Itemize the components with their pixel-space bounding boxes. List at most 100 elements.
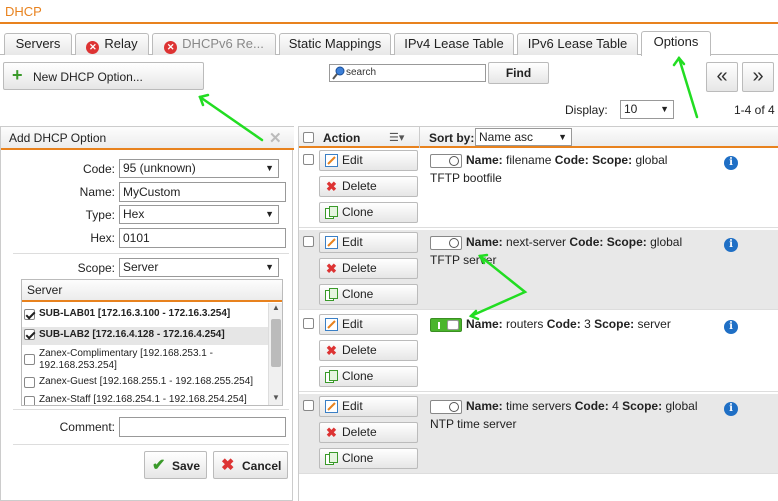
comment-label: Comment:: [59, 420, 115, 434]
tab-static-mappings[interactable]: Static Mappings: [279, 33, 391, 55]
enable-toggle[interactable]: [430, 318, 462, 332]
list-item[interactable]: Zanex-Complimentary [192.168.253.1 - 192…: [22, 348, 268, 374]
server-label: Zanex-Staff [192.168.254.1 - 192.168.254…: [39, 394, 247, 405]
tab-ipv6-lease-table[interactable]: IPv6 Lease Table: [517, 33, 638, 55]
edit-icon: [325, 318, 338, 331]
option-summary: Name: time servers Code: 4 Scope: global: [466, 398, 697, 415]
clone-button[interactable]: Clone: [319, 448, 418, 469]
delete-button[interactable]: ✖ Delete: [319, 258, 418, 279]
row-checkbox[interactable]: [303, 400, 314, 411]
close-icon[interactable]: ✕: [269, 129, 282, 147]
window-title: DHCP: [5, 4, 42, 19]
edit-icon: [325, 400, 338, 413]
tab-dhcpv6-relay[interactable]: ✕ DHCPv6 Re...: [152, 33, 276, 55]
comment-field[interactable]: [119, 417, 286, 437]
list-item[interactable]: SUB-LAB2 [172.16.4.128 - 172.16.4.254]: [22, 327, 268, 345]
checkbox[interactable]: [24, 354, 35, 365]
checkbox[interactable]: [24, 329, 35, 340]
row-checkbox[interactable]: [303, 236, 314, 247]
chevron-down-icon: ▼: [660, 104, 669, 114]
type-select[interactable]: Hex ▼: [119, 205, 279, 224]
option-summary: Name: routers Code: 3 Scope: server: [466, 316, 671, 333]
edit-icon: [325, 154, 338, 167]
toggle-knob: [449, 238, 459, 248]
tab-ipv4-lease-table[interactable]: IPv4 Lease Table: [394, 33, 514, 55]
clone-button[interactable]: Clone: [319, 366, 418, 387]
checkmark-icon: ✔: [152, 457, 166, 474]
info-icon[interactable]: i: [724, 238, 738, 252]
code-key: Code:: [554, 153, 589, 167]
chevron-down-icon: ▼: [558, 132, 567, 142]
search-input[interactable]: search: [329, 64, 486, 82]
chevron-down-icon: ▼: [265, 209, 274, 219]
name-key: Name:: [466, 399, 503, 413]
code-select[interactable]: 95 (unknown) ▼: [119, 159, 279, 178]
row-checkbox[interactable]: [303, 318, 314, 329]
code-key: Code:: [546, 317, 581, 331]
edit-label: Edit: [342, 399, 363, 413]
delete-button[interactable]: ✖ Delete: [319, 340, 418, 361]
edit-button[interactable]: Edit: [319, 232, 418, 253]
delete-icon: ✖: [326, 425, 337, 440]
save-button[interactable]: ✔ Save: [144, 451, 207, 479]
column-menu-icon[interactable]: ☰▾: [389, 131, 404, 144]
row-checkbox[interactable]: [303, 154, 314, 165]
sortby-select[interactable]: Name asc ▼: [475, 128, 572, 146]
scroll-down-icon[interactable]: ▼: [272, 393, 280, 402]
scope-key: Scope:: [594, 317, 635, 331]
info-icon[interactable]: i: [724, 156, 738, 170]
edit-button[interactable]: Edit: [319, 150, 418, 171]
enable-toggle[interactable]: [430, 400, 462, 414]
edit-button[interactable]: Edit: [319, 396, 418, 417]
option-name: next-server: [506, 235, 567, 249]
hex-label: Hex:: [90, 231, 115, 245]
display-select[interactable]: 10 ▼: [620, 100, 674, 119]
enable-toggle[interactable]: [430, 236, 462, 250]
tab-relay[interactable]: ✕ Relay: [75, 33, 149, 55]
prev-page-button[interactable]: «: [706, 62, 738, 92]
delete-label: Delete: [342, 425, 377, 439]
clone-label: Clone: [342, 287, 374, 301]
info-icon[interactable]: i: [724, 320, 738, 334]
checkbox[interactable]: [24, 377, 35, 388]
option-code: 3: [584, 317, 591, 331]
option-name: routers: [506, 317, 544, 331]
server-label: Zanex-Guest [192.168.255.1 - 192.168.255…: [39, 376, 254, 387]
info-icon[interactable]: i: [724, 402, 738, 416]
clone-label: Clone: [342, 369, 374, 383]
scope-select[interactable]: Server ▼: [119, 258, 279, 277]
search-icon: [332, 66, 345, 80]
checkbox[interactable]: [24, 309, 35, 320]
tab-servers[interactable]: Servers: [4, 33, 72, 55]
enable-toggle[interactable]: [430, 154, 462, 168]
new-dhcp-option-button[interactable]: + New DHCP Option...: [3, 62, 204, 90]
tab-options[interactable]: Options: [641, 31, 711, 56]
cancel-button[interactable]: ✖ Cancel: [213, 451, 288, 479]
table-row: Edit ✖ Delete Clone Name: filename Code: Sco…: [299, 148, 778, 228]
clone-icon: [325, 206, 338, 219]
select-all-checkbox[interactable]: [303, 132, 314, 143]
edit-button[interactable]: Edit: [319, 314, 418, 335]
list-item[interactable]: SUB-LAB01 [172.16.3.100 - 172.16.3.254]: [22, 308, 268, 324]
option-name: time servers: [506, 399, 572, 413]
chevron-down-icon: ▼: [265, 163, 274, 173]
scrollbar[interactable]: ▲ ▼: [268, 303, 282, 405]
clone-button[interactable]: Clone: [319, 284, 418, 305]
name-field[interactable]: MyCustom: [119, 182, 286, 202]
delete-button[interactable]: ✖ Delete: [319, 176, 418, 197]
scroll-up-icon[interactable]: ▲: [272, 303, 280, 312]
tab-bar: Servers ✕ Relay ✕ DHCPv6 Re... Static Mapp…: [0, 30, 778, 56]
divider: [13, 444, 289, 445]
table-row: Edit ✖ Delete Clone Name: routers Code: 3 Sc…: [299, 312, 778, 392]
list-item[interactable]: Zanex-Staff [192.168.254.1 - 192.168.254…: [22, 394, 268, 405]
scrollbar-thumb[interactable]: [271, 319, 281, 367]
list-item[interactable]: Zanex-Guest [192.168.255.1 - 192.168.255…: [22, 376, 268, 392]
delete-button[interactable]: ✖ Delete: [319, 422, 418, 443]
option-name: filename: [506, 153, 552, 167]
next-page-button[interactable]: »: [742, 62, 774, 92]
checkbox[interactable]: [24, 396, 35, 405]
server-label: SUB-LAB01 [172.16.3.100 - 172.16.3.254]: [39, 308, 231, 319]
hex-field[interactable]: 0101: [119, 228, 286, 248]
clone-button[interactable]: Clone: [319, 202, 418, 223]
find-button[interactable]: Find: [488, 62, 549, 84]
